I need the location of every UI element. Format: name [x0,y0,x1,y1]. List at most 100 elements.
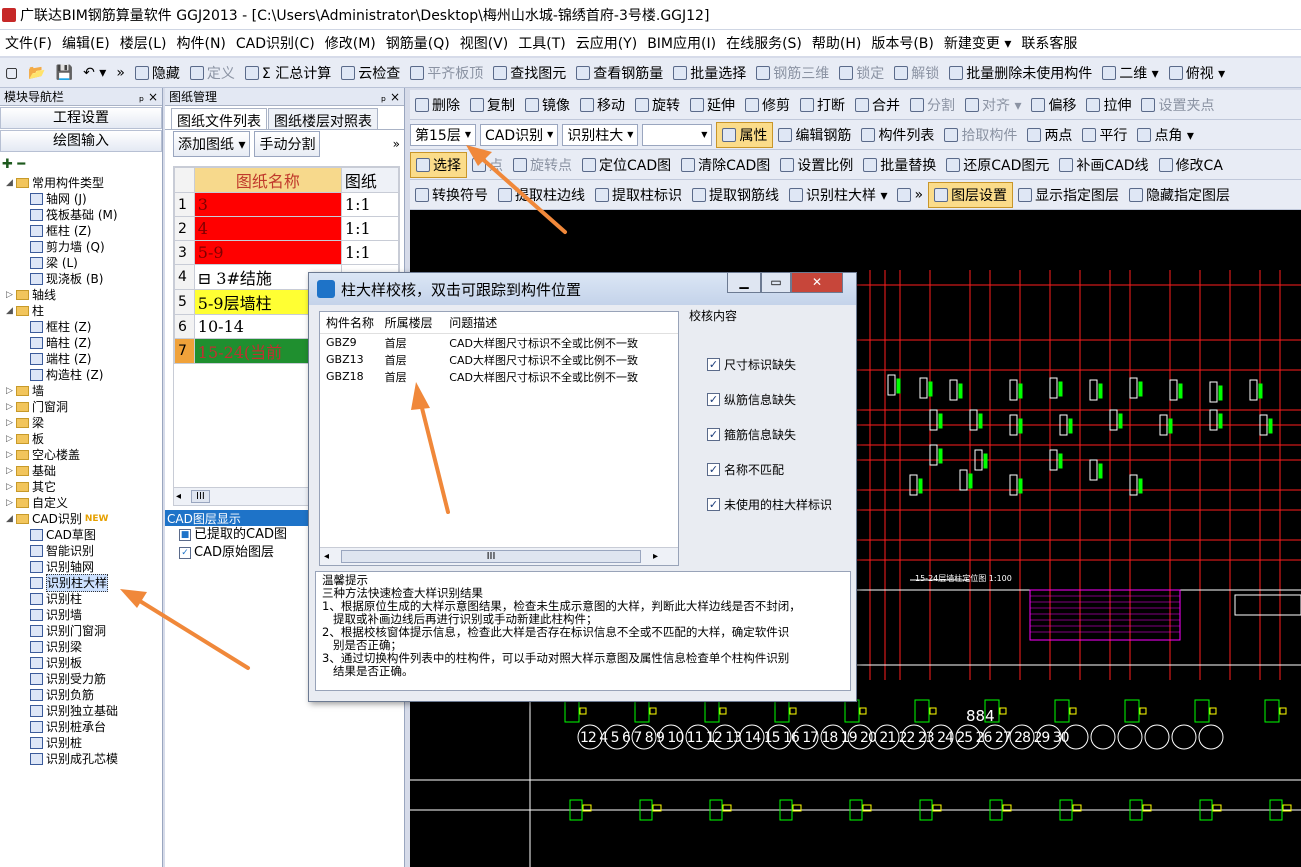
menu-item-4[interactable]: CAD识别(C) [231,33,320,53]
check-item[interactable]: ✓ 纵筋信息缺失 [707,389,850,409]
menu-item-11[interactable]: 在线服务(S) [721,33,807,53]
expand-toggle-icon[interactable]: ▷ [6,287,16,303]
row4-1[interactable]: 提取柱边线 [493,182,590,208]
toolbar-button-11[interactable]: 批量删除未使用构件 [944,60,1097,86]
add-drawing-button[interactable]: 添加图纸 ▾ [173,131,251,157]
nav-tree-item[interactable]: CAD草图 [2,527,162,543]
project-settings-button[interactable]: 工程设置 [0,107,162,129]
checkbox[interactable]: ✓ [707,497,720,511]
check-item[interactable]: ✓ 名称不匹配 [707,459,850,479]
drawing-row[interactable]: 2 4 1:1 [174,216,399,241]
minimize-button[interactable]: ▁ [727,273,761,293]
scroll-thumb[interactable]: III [341,550,642,563]
row4-6[interactable]: 图层设置 [928,181,1014,208]
check-item[interactable]: ✓ 尺寸标识缺失 [707,354,850,374]
nav-tree-item[interactable]: ◢ CAD识别 NEW [2,511,162,527]
cad-recognize-select[interactable]: CAD识别 ▼ [479,123,559,146]
close-icon[interactable]: × [390,90,400,104]
expand-toggle-icon[interactable]: ◢ [6,511,16,527]
check-item[interactable]: ✓ 箍筋信息缺失 [707,424,850,444]
col-scale[interactable]: 图纸 [340,167,399,193]
drawing-row[interactable]: 1 3 1:1 [174,192,399,217]
nav-tree-item[interactable]: 端柱 (Z) [2,351,162,367]
nav-tree-item[interactable]: ▷ 自定义 [2,495,162,511]
new-file-icon[interactable]: ▢ [0,60,23,86]
menu-item-6[interactable]: 钢筋量(Q) [381,33,455,53]
menu-item-9[interactable]: 云应用(Y) [571,33,642,53]
row1-13[interactable]: 设置夹点 [1136,92,1219,118]
layer-checkbox[interactable]: ✓ [179,547,191,559]
checkbox[interactable]: ✓ [707,392,720,406]
nav-tree-item[interactable]: ▷ 门窗洞 [2,399,162,415]
draw-input-button[interactable]: 绘图输入 [0,130,162,152]
row3-5[interactable]: 设置比例 [775,152,858,178]
drawing-name[interactable]: 5-9 [193,240,342,265]
toolbar-button-5[interactable]: 查找图元 [488,60,571,86]
col-issue[interactable]: 问题描述 [449,314,678,331]
scroll-thumb[interactable]: III [191,490,210,503]
nav-tree-item[interactable]: 轴网 (J) [2,191,162,207]
issue-row[interactable]: GBZ13 首层 CAD大样图尺寸标识不全或比例不一致 [320,351,678,368]
row2-0[interactable]: 属性 [716,121,774,148]
expand-toggle-icon[interactable]: ▷ [6,399,16,415]
expand-toggle-icon[interactable]: ▷ [6,479,16,495]
row2-3[interactable]: 拾取构件 [939,122,1022,148]
row1-5[interactable]: 延伸 [685,92,740,118]
nav-tree-item[interactable]: 识别成孔芯模 [2,751,162,767]
component-select[interactable]: ▼ [642,123,713,146]
nav-tree-item[interactable]: 梁 (L) [2,255,162,271]
row4-7[interactable]: 显示指定图层 [1013,182,1124,208]
row3-7[interactable]: 还原CAD图元 [941,152,1054,178]
toolbar-button-10[interactable]: 解锁 [889,60,944,86]
open-folder-icon[interactable]: 📂 [23,60,50,86]
row1-12[interactable]: 拉伸 [1081,92,1136,118]
checkbox[interactable]: ✓ [707,357,720,371]
nav-tree-item[interactable]: 识别桩 [2,735,162,751]
row4-4[interactable]: 识别柱大样 ▾ [784,182,892,208]
more-icon[interactable]: » [111,60,130,86]
row1-11[interactable]: 偏移 [1026,92,1081,118]
nav-tree-item[interactable]: 识别柱 [2,591,162,607]
menu-item-7[interactable]: 视图(V) [455,33,514,53]
row1-1[interactable]: 复制 [465,92,520,118]
nav-tree-item[interactable]: 识别受力筋 [2,671,162,687]
nav-tree-item[interactable]: ▷ 其它 [2,479,162,495]
scroll-right-icon[interactable]: ▸ [653,551,658,562]
nav-tree-item[interactable]: ▷ 轴线 [2,287,162,303]
nav-tree-item[interactable]: 识别桩承台 [2,719,162,735]
expand-toggle-icon[interactable]: ▷ [6,447,16,463]
row3-9[interactable]: 修改CA [1154,152,1228,178]
maximize-button[interactable]: ▭ [761,273,791,293]
row1-8[interactable]: 合并 [850,92,905,118]
menu-item-2[interactable]: 楼层(L) [115,33,172,53]
nav-tree-item[interactable]: 现浇板 (B) [2,271,162,287]
nav-tree-item[interactable]: 识别梁 [2,639,162,655]
drawing-row[interactable]: 3 5-9 1:1 [174,240,399,265]
col-floor[interactable]: 所属楼层 [385,314,450,331]
row4-5[interactable]: » [892,182,928,208]
checkbox[interactable]: ✓ [707,462,720,476]
row1-4[interactable]: 旋转 [630,92,685,118]
nav-tree-item[interactable]: 识别轴网 [2,559,162,575]
issue-row[interactable]: GBZ9 首层 CAD大样图尺寸标识不全或比例不一致 [320,334,678,351]
floor-select[interactable]: 第15层 ▼ [410,123,476,146]
nav-tree-item[interactable]: 暗柱 (Z) [2,335,162,351]
expand-toggle-icon[interactable]: ▷ [6,383,16,399]
col-drawing-name[interactable]: 图纸名称 [193,167,342,193]
toolbar-button-13[interactable]: 俯视 ▾ [1164,60,1230,86]
row2-5[interactable]: 平行 [1077,122,1132,148]
row1-10[interactable]: 对齐 ▾ [960,92,1026,118]
nav-tree-item[interactable]: 识别门窗洞 [2,623,162,639]
col-component-name[interactable]: 构件名称 [320,314,385,331]
tab-drawing-files[interactable]: 图纸文件列表 [171,108,267,130]
nav-tree-item[interactable]: 框柱 (Z) [2,223,162,239]
tab-floor-mapping[interactable]: 图纸楼层对照表 [268,108,378,130]
nav-tree-item[interactable]: 构造柱 (Z) [2,367,162,383]
menu-item-0[interactable]: 文件(F) [0,33,57,53]
check-item[interactable]: ✓ 未使用的柱大样标识 [707,494,850,514]
expand-toggle-icon[interactable]: ▷ [6,463,16,479]
nav-tree-item[interactable]: ▷ 梁 [2,415,162,431]
row1-7[interactable]: 打断 [795,92,850,118]
drawing-name[interactable]: 3 [193,192,342,217]
menu-item-5[interactable]: 修改(M) [320,33,381,53]
